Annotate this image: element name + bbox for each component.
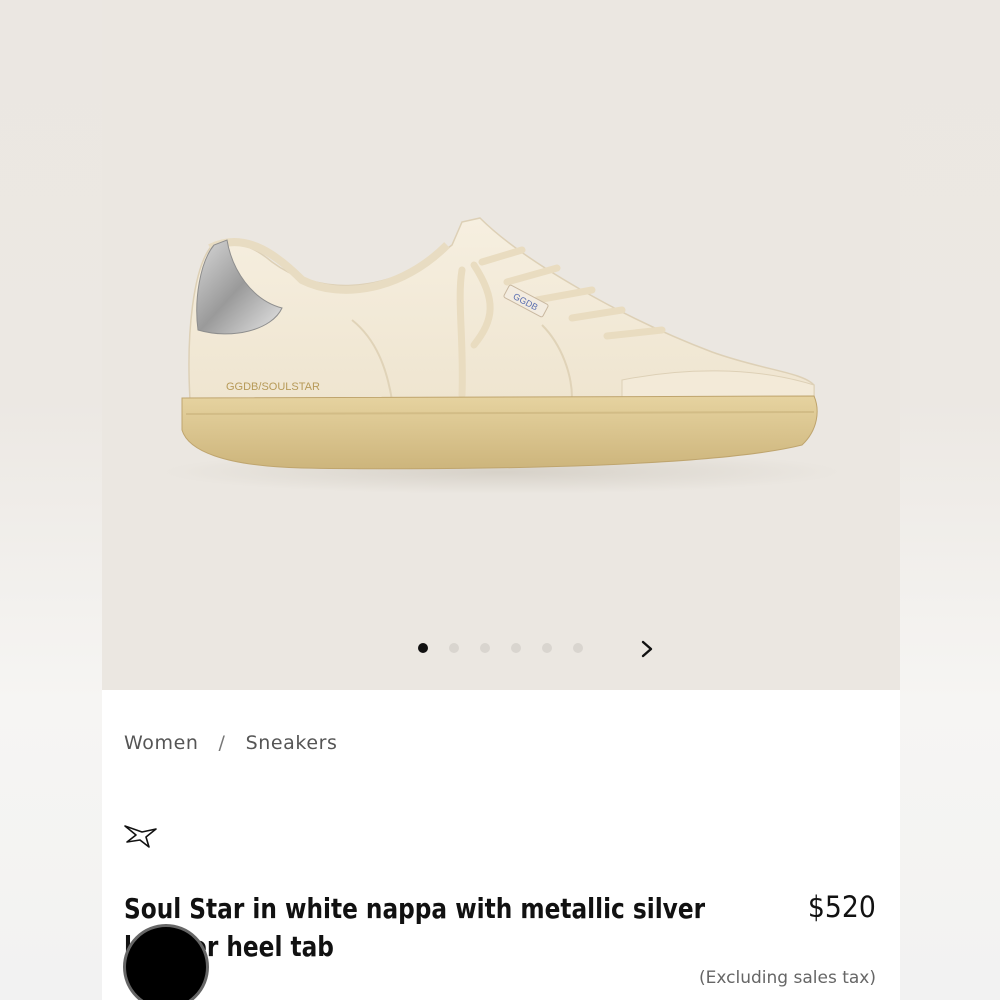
carousel-dot-6[interactable] (573, 643, 583, 653)
left-blur-margin (0, 0, 102, 1000)
breadcrumb-sneakers[interactable]: Sneakers (246, 732, 338, 754)
tax-note: (Excluding sales tax) (699, 968, 876, 988)
heel-branding-text: GGDB/SOULSTAR (226, 381, 320, 393)
product-price: $520 (808, 890, 876, 924)
carousel-pagination (102, 643, 900, 655)
star-outline-icon[interactable] (122, 820, 160, 852)
carousel-dot-1[interactable] (418, 643, 428, 653)
carousel-dot-2[interactable] (449, 643, 459, 653)
breadcrumb-women[interactable]: Women (124, 732, 199, 754)
carousel-dot-4[interactable] (511, 643, 521, 653)
avatar (123, 924, 209, 1000)
breadcrumb: Women / Sneakers (124, 730, 338, 756)
product-image-gallery[interactable]: GGDB GGDB/SOULSTAR (102, 0, 900, 690)
product-image: GGDB GGDB/SOULSTAR (162, 217, 842, 494)
chevron-right-icon[interactable] (636, 638, 658, 660)
right-blur-margin (900, 0, 1000, 1000)
product-title: Soul Star in white nappa with metallic s… (124, 892, 706, 963)
breadcrumb-separator: / (218, 732, 226, 754)
product-page: GGDB GGDB/SOULSTAR Women / Sneakers Soul… (102, 0, 900, 1000)
carousel-dot-3[interactable] (480, 643, 490, 653)
carousel-dot-5[interactable] (542, 643, 552, 653)
